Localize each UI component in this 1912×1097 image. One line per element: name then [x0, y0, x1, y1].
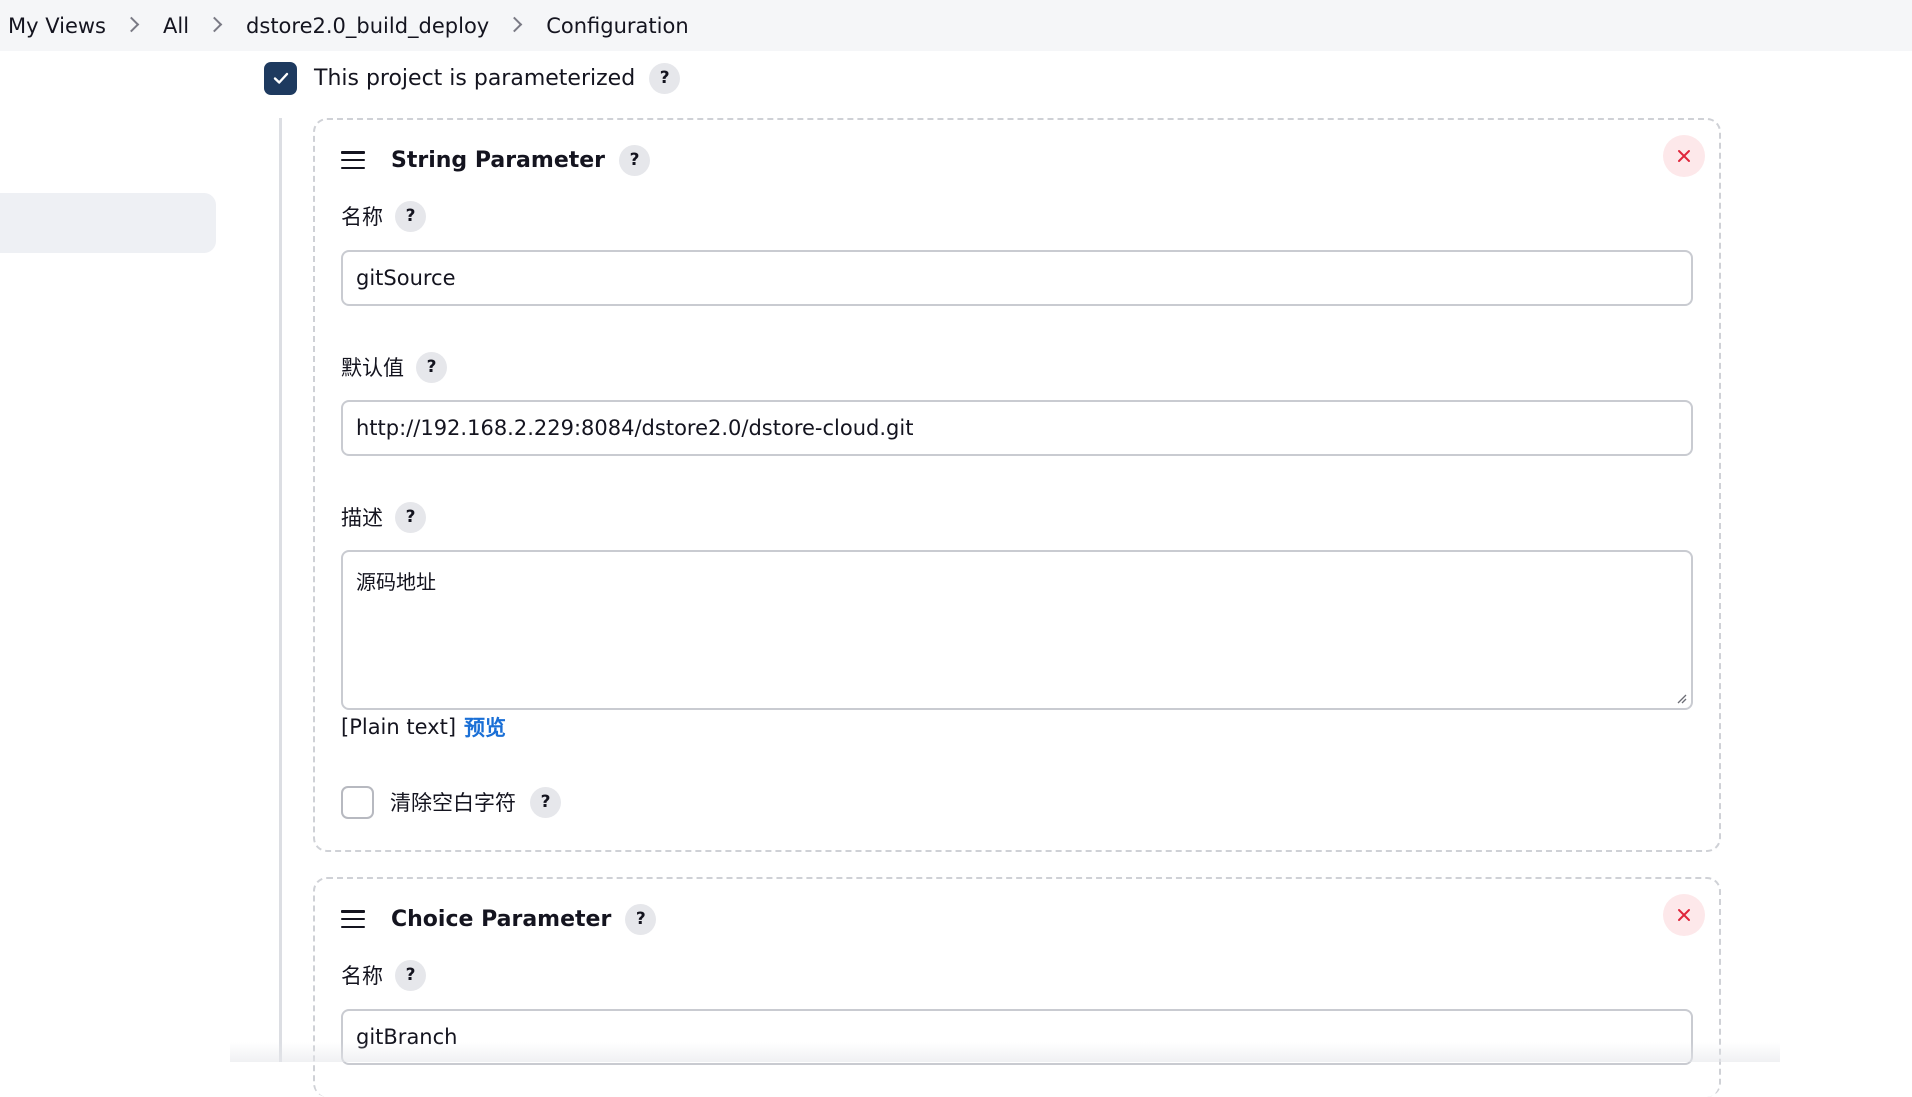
card-title: String Parameter	[391, 147, 606, 173]
name-input-value: gitBranch	[356, 1025, 458, 1049]
name-input[interactable]: gitBranch	[341, 1009, 1693, 1065]
breadcrumb-all[interactable]: All	[163, 14, 189, 38]
name-label-text: 名称	[341, 205, 383, 229]
default-value-input[interactable]: http://192.168.2.229:8084/dstore2.0/dsto…	[341, 400, 1693, 456]
name-label-text: 名称	[341, 964, 383, 988]
help-icon[interactable]: ?	[395, 959, 426, 991]
card-header: Choice Parameter ?	[341, 901, 657, 937]
help-icon[interactable]: ?	[416, 351, 447, 383]
breadcrumb-configuration[interactable]: Configuration	[546, 14, 688, 38]
breadcrumb-my-views[interactable]: My Views	[8, 14, 106, 38]
resize-handle-icon[interactable]	[1675, 692, 1687, 704]
choice-parameter-card: Choice Parameter ? 名称 ? gitBranch	[313, 877, 1721, 1097]
help-icon[interactable]: ?	[625, 903, 657, 935]
markup-formatter-row: [Plain text] 预览	[341, 712, 506, 742]
parameterized-checkbox[interactable]	[264, 61, 297, 95]
card-header: String Parameter ?	[341, 142, 651, 178]
trim-label[interactable]: 清除空白字符	[390, 787, 516, 817]
description-textarea-value: 源码地址	[356, 570, 436, 594]
default-value-input-value: http://192.168.2.229:8084/dstore2.0/dsto…	[356, 416, 914, 440]
breadcrumb: My Views All dstore2.0_build_deploy Conf…	[0, 0, 1912, 51]
markup-format-text: [Plain text]	[341, 715, 457, 739]
description-label: 描述 ?	[341, 501, 426, 533]
trim-checkbox[interactable]	[341, 785, 374, 819]
check-icon	[273, 72, 288, 84]
sidebar-item-selected[interactable]	[0, 193, 216, 253]
delete-parameter-button[interactable]	[1663, 894, 1705, 936]
help-icon[interactable]: ?	[395, 200, 426, 232]
breadcrumb-project[interactable]: dstore2.0_build_deploy	[246, 14, 489, 38]
delete-parameter-button[interactable]	[1663, 135, 1705, 177]
close-icon	[1678, 909, 1690, 921]
card-title: Choice Parameter	[391, 906, 612, 932]
chevron-right-icon	[123, 16, 140, 33]
string-parameter-card: String Parameter ? 名称 ? gitSource 默认值 ? …	[313, 118, 1721, 852]
name-input-value: gitSource	[356, 266, 456, 290]
drag-handle-icon[interactable]	[341, 151, 365, 169]
name-label: 名称 ?	[341, 959, 426, 991]
chevron-right-icon	[506, 16, 523, 33]
description-label-text: 描述	[341, 506, 383, 530]
chevron-right-icon	[206, 16, 223, 33]
preview-link[interactable]: 预览	[464, 712, 506, 742]
help-icon[interactable]: ?	[530, 786, 561, 818]
close-icon	[1678, 150, 1690, 162]
trim-row: 清除空白字符 ?	[341, 785, 561, 819]
parameterized-label[interactable]: This project is parameterized	[314, 66, 635, 91]
section-guide-line	[279, 118, 282, 1062]
help-icon[interactable]: ?	[649, 62, 681, 94]
drag-handle-icon[interactable]	[341, 910, 365, 928]
name-input[interactable]: gitSource	[341, 250, 1693, 306]
description-textarea[interactable]: 源码地址	[341, 550, 1693, 710]
help-icon[interactable]: ?	[619, 144, 651, 176]
default-value-label: 默认值 ?	[341, 351, 447, 383]
help-icon[interactable]: ?	[395, 501, 426, 533]
default-value-label-text: 默认值	[341, 356, 404, 380]
parameterized-row: This project is parameterized ?	[264, 61, 681, 95]
name-label: 名称 ?	[341, 200, 426, 232]
